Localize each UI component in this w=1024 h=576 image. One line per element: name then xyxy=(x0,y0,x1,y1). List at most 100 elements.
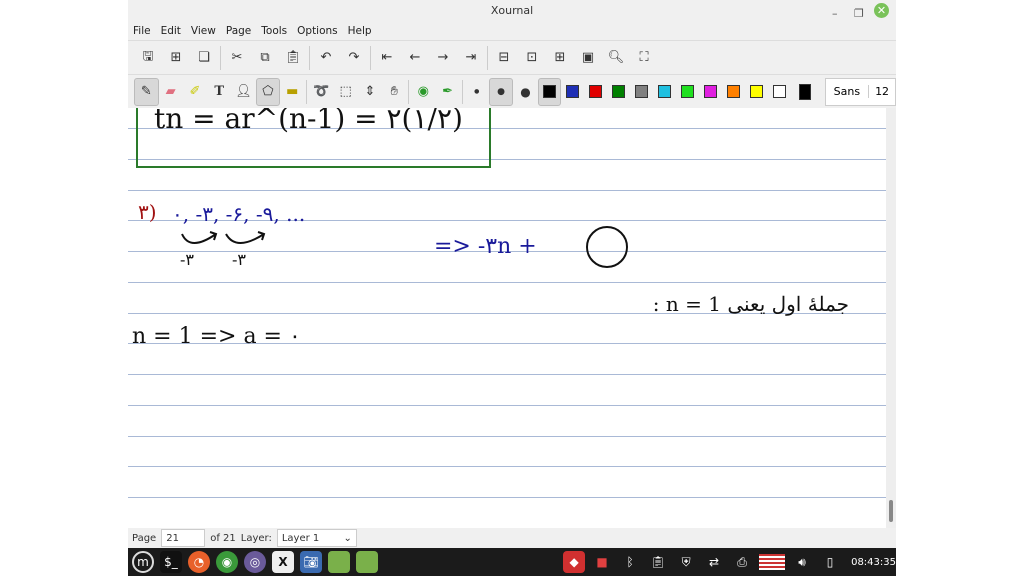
sequence: ۰, -۳, -۶, -۹, ... xyxy=(172,202,306,226)
bluetooth-icon[interactable]: ᛒ xyxy=(619,551,641,573)
zoom-100-icon[interactable]: ▣ xyxy=(574,44,602,72)
difference-2: -۳ xyxy=(232,250,246,269)
default-pen-icon[interactable]: ✒ xyxy=(435,78,459,106)
title-bar: Xournal – ❐ ✕ xyxy=(128,0,896,22)
folder-icon-2[interactable] xyxy=(356,551,378,573)
main-toolbar: 🖫 ⊞ ❏ ✂ ⧉ 📋︎ ↶ ↷ ⇤ ← → ⇥ ⊟ ⊡ ⊞ ▣ 🔍︎ ⛶ xyxy=(128,40,896,74)
save-icon[interactable]: 🖫 xyxy=(134,44,162,72)
layer-value: Layer 1 xyxy=(281,532,320,544)
color-swatch[interactable] xyxy=(722,78,745,106)
current-color-button[interactable] xyxy=(791,78,819,106)
rect-select-icon[interactable]: ⬚ xyxy=(334,78,358,106)
color-swatch[interactable] xyxy=(537,77,561,106)
folder-icon[interactable] xyxy=(328,551,350,573)
default-tool-icon[interactable]: ◉ xyxy=(411,78,435,106)
pen-icon[interactable]: ✎ xyxy=(134,77,159,106)
shape-recognizer-icon[interactable]: ⬠ xyxy=(255,77,281,106)
n-equals-1: n = 1 => a = ۰ xyxy=(132,324,301,349)
zoom-fit-icon[interactable]: ⊡ xyxy=(518,44,546,72)
printer-icon[interactable]: ⎙ xyxy=(731,551,753,573)
menu-view[interactable]: View xyxy=(191,25,216,37)
text-icon[interactable]: T xyxy=(207,78,231,106)
highlighter-icon[interactable]: ✐ xyxy=(183,78,207,106)
item-label: ۳) xyxy=(138,200,157,224)
menu-file[interactable]: File xyxy=(133,25,151,37)
next-page-icon[interactable]: → xyxy=(429,44,457,72)
volume-icon[interactable]: 🔊︎ xyxy=(791,551,813,573)
note-page[interactable]: tn = ar^(n-1) = ۲(۱/۲) ۳) ۰, -۳, -۶, -۹,… xyxy=(128,108,886,528)
shield-icon[interactable]: ⛨ xyxy=(675,551,697,573)
duplicate-icon[interactable]: ❏ xyxy=(190,44,218,72)
vertical-space-icon[interactable]: ⇕ xyxy=(358,78,382,106)
minimize-button[interactable]: – xyxy=(832,3,838,25)
formula: tn = ar^(n-1) = ۲(۱/۲) xyxy=(154,108,463,135)
menu-edit[interactable]: Edit xyxy=(161,25,181,37)
recorder-icon[interactable]: ■ xyxy=(591,551,613,573)
image-icon[interactable]: 👤︎ xyxy=(231,78,255,106)
color-swatch[interactable] xyxy=(653,78,676,106)
xournal-window: Xournal – ❐ ✕ File Edit View Page Tools … xyxy=(128,0,897,548)
undo-icon[interactable]: ↶ xyxy=(312,44,340,72)
close-button[interactable]: ✕ xyxy=(874,3,889,18)
zoom-out-icon[interactable]: ⊟ xyxy=(490,44,518,72)
zoom-in-icon[interactable]: ⊞ xyxy=(546,44,574,72)
anydesk-icon[interactable]: ◆ xyxy=(563,551,586,573)
window-title: Xournal xyxy=(490,4,534,17)
menu-tools[interactable]: Tools xyxy=(261,25,287,37)
color-swatch[interactable] xyxy=(699,78,722,106)
last-page-icon[interactable]: ⇥ xyxy=(457,44,485,72)
vertical-scrollbar[interactable] xyxy=(886,108,896,528)
network-icon[interactable]: ⇄ xyxy=(703,551,725,573)
redo-icon[interactable]: ↷ xyxy=(340,44,368,72)
page-count: of 21 xyxy=(210,532,236,544)
camera-app-icon[interactable]: ◎ xyxy=(244,551,266,573)
firefox-icon[interactable]: ◔ xyxy=(188,551,210,573)
copy-icon[interactable]: ⧉ xyxy=(251,44,279,72)
fullscreen-icon[interactable]: ⛶ xyxy=(630,44,658,72)
font-name: Sans xyxy=(833,85,861,98)
ruler-icon[interactable]: ▬ xyxy=(280,78,304,106)
screenshot-icon[interactable]: 📷︎ xyxy=(300,551,322,573)
cut-icon[interactable]: ✂ xyxy=(223,44,251,72)
taskbar: m $_ ◔ ◉ ◎ X 📷︎ ◆ ■ ᛒ 📋︎ ⛨ ⇄ ⎙ 🔊︎ ▯ 08:4… xyxy=(128,548,896,576)
color-swatch[interactable] xyxy=(676,78,699,106)
font-size: 12 xyxy=(868,85,895,98)
color-swatch[interactable] xyxy=(745,78,768,106)
clock[interactable]: 08:43:35 xyxy=(851,557,896,568)
maximize-button[interactable]: ❐ xyxy=(854,3,864,25)
menu-page[interactable]: Page xyxy=(226,25,251,37)
clipboard-icon[interactable]: 📋︎ xyxy=(647,551,669,573)
page-label: Page xyxy=(132,532,157,544)
menu-options[interactable]: Options xyxy=(297,25,338,37)
color-swatch[interactable] xyxy=(561,78,584,106)
color-swatch[interactable] xyxy=(584,78,607,106)
hand-icon[interactable]: ✋︎ xyxy=(382,78,406,106)
thin-icon[interactable]: ● xyxy=(465,78,489,106)
status-bar: Page 21 of 21 Layer: Layer 1 ⌄ xyxy=(128,528,896,548)
page-number-input[interactable]: 21 xyxy=(161,529,206,547)
layer-label: Layer: xyxy=(240,532,272,544)
us-flag-icon[interactable] xyxy=(759,554,786,570)
color-swatch[interactable] xyxy=(607,78,630,106)
color-swatch[interactable] xyxy=(768,78,791,106)
mint-menu-icon[interactable]: m xyxy=(132,551,154,573)
lasso-icon[interactable]: ➰ xyxy=(309,78,333,106)
thick-icon[interactable]: ● xyxy=(513,78,537,106)
first-page-icon[interactable]: ⇤ xyxy=(373,44,401,72)
new-page-icon[interactable]: ⊞ xyxy=(162,44,190,72)
terminal-icon[interactable]: $_ xyxy=(160,551,182,573)
xournal-icon[interactable]: X xyxy=(272,551,294,573)
color-swatch[interactable] xyxy=(630,78,653,106)
prev-page-icon[interactable]: ← xyxy=(401,44,429,72)
medium-icon[interactable]: ● xyxy=(488,77,514,106)
battery-icon[interactable]: ▯ xyxy=(819,551,841,573)
find-icon[interactable]: 🔍︎ xyxy=(602,44,630,72)
blank-circle xyxy=(586,226,628,268)
font-button[interactable]: Sans 12 xyxy=(824,77,897,106)
menu-help[interactable]: Help xyxy=(348,25,372,37)
eraser-icon[interactable]: ▰ xyxy=(159,78,183,106)
layer-select[interactable]: Layer 1 ⌄ xyxy=(276,529,357,547)
tools-toolbar: ✎ ▰ ✐ T 👤︎ ⬠ ▬ ➰ ⬚ ⇕ ✋︎ ◉ ✒ ● ● ● Sans 1… xyxy=(128,74,897,108)
chrome-icon[interactable]: ◉ xyxy=(216,551,238,573)
paste-icon[interactable]: 📋︎ xyxy=(279,44,307,72)
